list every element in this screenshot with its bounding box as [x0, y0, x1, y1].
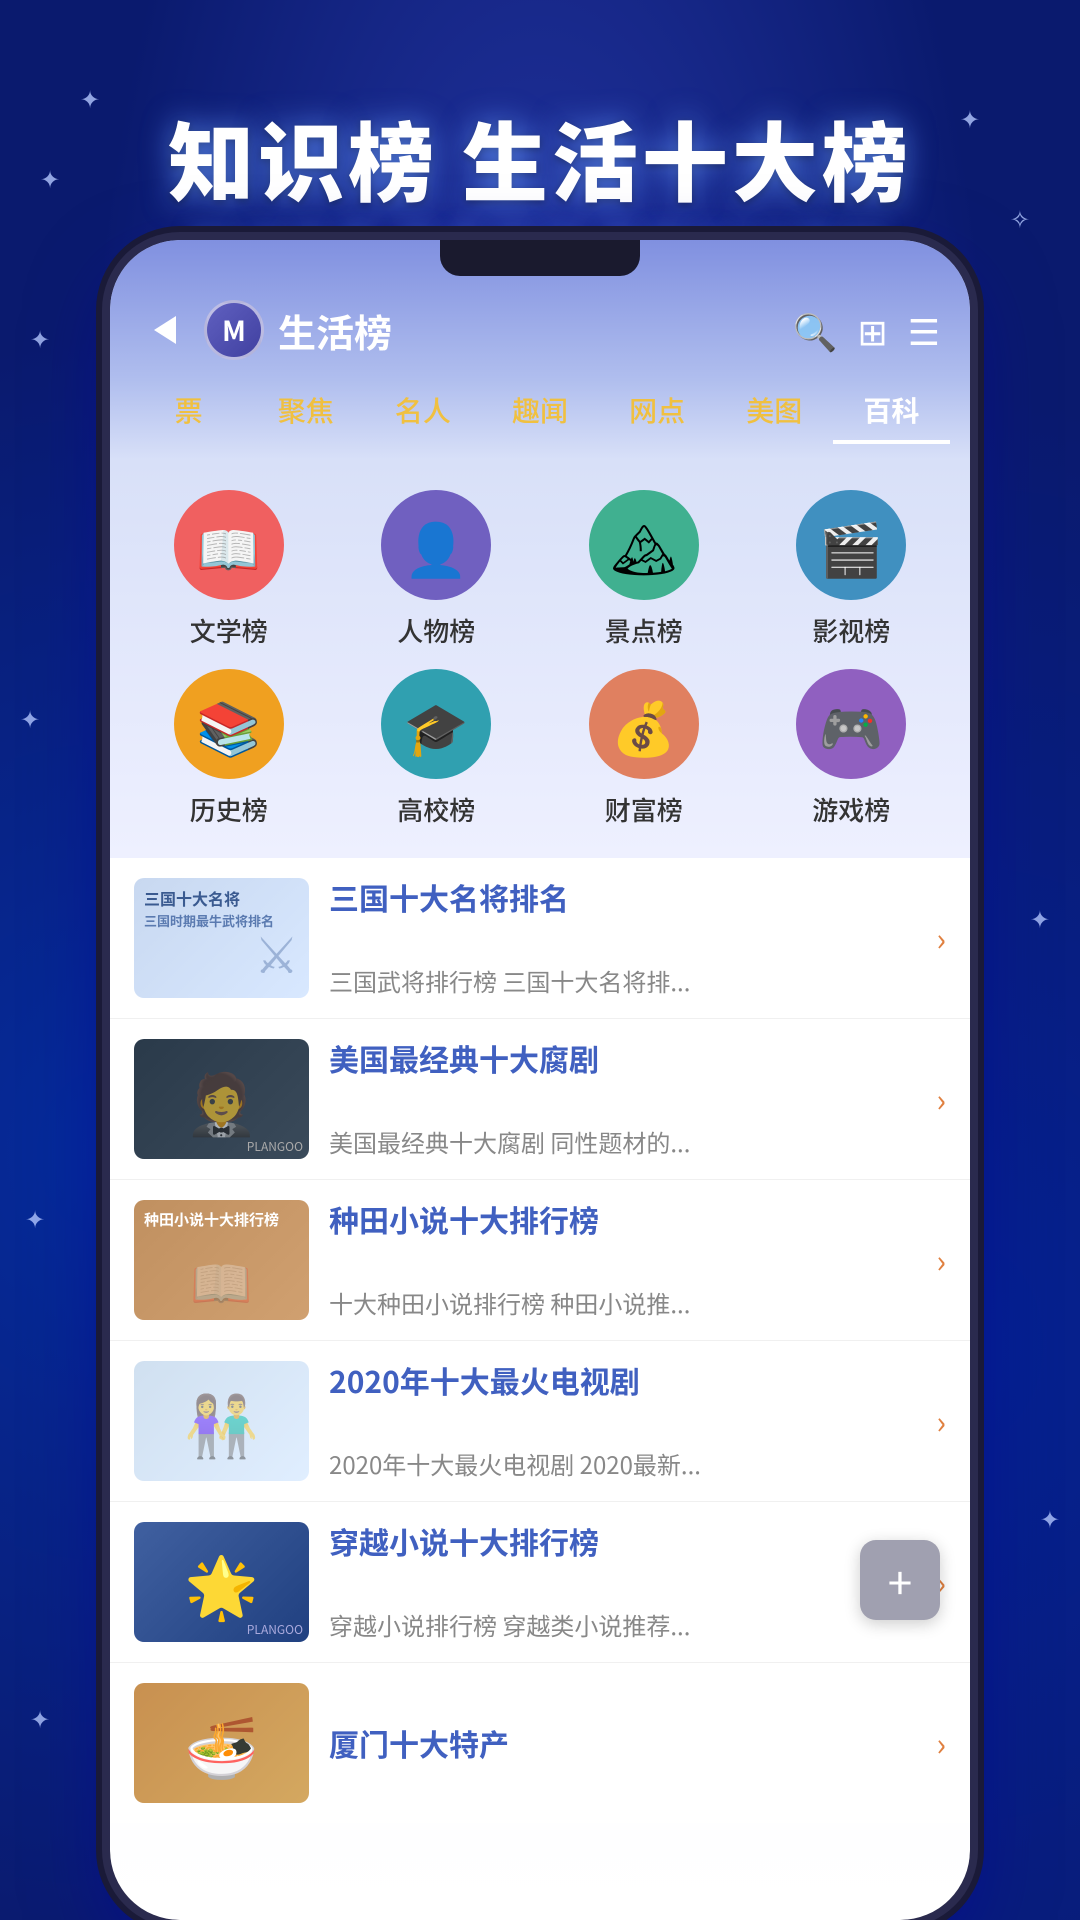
list-item[interactable]: 三国十大名将三国时期最牛武将排名 ⚔ 三国十大名将排名 三国武将排行榜 三国十大… [110, 858, 970, 1019]
star-decoration: ✦ [1030, 900, 1050, 935]
list-title-5: 穿越小说十大排行榜 [329, 1522, 946, 1561]
literature-label: 文学榜 [190, 612, 268, 649]
app-logo: M [204, 300, 264, 360]
tab-celebrity[interactable]: 名人 [364, 380, 481, 444]
literature-icon: 📖 [174, 490, 284, 600]
category-college[interactable]: 🎓 高校榜 [338, 669, 536, 828]
list-arrow-2: › [936, 1076, 946, 1122]
list-desc-1: 三国武将排行榜 三国十大名将排... [329, 964, 946, 998]
category-film[interactable]: 🎬 影视榜 [753, 490, 951, 649]
back-button[interactable] [140, 305, 190, 355]
grid-icon[interactable]: ⊞ [858, 304, 888, 356]
list-item[interactable]: 🌟 PLANGOO 穿越小说十大排行榜 穿越小说排行榜 穿越类小说推荐... › [110, 1502, 970, 1663]
film-label: 影视榜 [812, 612, 890, 649]
app-title: 生活榜 [278, 303, 793, 358]
list-item[interactable]: 种田小说十大排行榜 📖 种田小说十大排行榜 十大种田小说排行榜 种田小说推...… [110, 1180, 970, 1341]
category-section: 📖 文学榜 👤 人物榜 🏔 景点榜 🎬 影视榜 📚 历史榜 [110, 460, 970, 858]
list-arrow-1: › [936, 915, 946, 961]
star-decoration: ✦ [30, 1700, 50, 1735]
wealth-icon: 💰 [589, 669, 699, 779]
list-content-2: 美国最经典十大腐剧 美国最经典十大腐剧 同性题材的... › [329, 1039, 946, 1159]
thumb-text-3: 种田小说十大排行榜 [144, 1210, 279, 1230]
thumb-6: 🍜 [134, 1683, 309, 1803]
list-desc-3: 十大种田小说排行榜 种田小说推... [329, 1286, 946, 1320]
wealth-label: 财富榜 [605, 791, 683, 828]
fab-button[interactable]: + [860, 1540, 940, 1620]
tab-news[interactable]: 趣闻 [481, 380, 598, 444]
list-item[interactable]: 👫 2020年十大最火电视剧 2020年十大最火电视剧 2020最新... › [110, 1341, 970, 1502]
scenic-label: 景点榜 [605, 612, 683, 649]
list-title-1: 三国十大名将排名 [329, 878, 946, 917]
game-icon: 🎮 [796, 669, 906, 779]
header-icons: 🔍 ⊞ ☰ [793, 304, 940, 356]
phone-notch [440, 240, 640, 276]
category-wealth[interactable]: 💰 财富榜 [545, 669, 743, 828]
thumb-4: 👫 [134, 1361, 309, 1481]
nav-tabs: 票 聚焦 名人 趣闻 网点 美图 百科 [110, 380, 970, 460]
list-arrow-4: › [936, 1398, 946, 1444]
category-grid: 📖 文学榜 👤 人物榜 🏔 景点榜 🎬 影视榜 📚 历史榜 [130, 490, 950, 828]
person-icon: 👤 [381, 490, 491, 600]
star-decoration: ✦ [20, 700, 40, 735]
back-icon [154, 316, 176, 344]
history-label: 历史榜 [190, 791, 268, 828]
hero-title: 知识榜 生活十大榜 [168, 110, 912, 205]
film-icon: 🎬 [796, 490, 906, 600]
star-decoration: ✦ [1040, 1500, 1060, 1535]
phone-frame: M 生活榜 🔍 ⊞ ☰ 票 聚焦 名人 趣闻 网点 美图 百科 📖 文学 [110, 240, 970, 1920]
game-label: 游戏榜 [812, 791, 890, 828]
category-person[interactable]: 👤 人物榜 [338, 490, 536, 649]
list-desc-4: 2020年十大最火电视剧 2020最新... [329, 1447, 946, 1481]
category-literature[interactable]: 📖 文学榜 [130, 490, 328, 649]
list-content-1: 三国十大名将排名 三国武将排行榜 三国十大名将排... › [329, 878, 946, 998]
college-icon: 🎓 [381, 669, 491, 779]
search-icon[interactable]: 🔍 [793, 304, 838, 356]
list-arrow-3: › [936, 1237, 946, 1283]
category-history[interactable]: 📚 历史榜 [130, 669, 328, 828]
list-content-5: 穿越小说十大排行榜 穿越小说排行榜 穿越类小说推荐... › [329, 1522, 946, 1642]
thumb-2: 🤵 PLANGOO [134, 1039, 309, 1159]
content-list: 三国十大名将三国时期最牛武将排名 ⚔ 三国十大名将排名 三国武将排行榜 三国十大… [110, 858, 970, 1823]
tab-photo[interactable]: 美图 [716, 380, 833, 444]
tab-focus[interactable]: 聚焦 [247, 380, 364, 444]
tab-ticket[interactable]: 票 [130, 380, 247, 444]
list-arrow-6: › [936, 1720, 946, 1766]
college-label: 高校榜 [397, 791, 475, 828]
thumb-3: 种田小说十大排行榜 📖 [134, 1200, 309, 1320]
category-game[interactable]: 🎮 游戏榜 [753, 669, 951, 828]
tab-outlet[interactable]: 网点 [599, 380, 716, 444]
thumb-5: 🌟 PLANGOO [134, 1522, 309, 1642]
history-icon: 📚 [174, 669, 284, 779]
tab-wiki[interactable]: 百科 [833, 380, 950, 444]
phone-screen: M 生活榜 🔍 ⊞ ☰ 票 聚焦 名人 趣闻 网点 美图 百科 📖 文学 [110, 240, 970, 1920]
list-desc-5: 穿越小说排行榜 穿越类小说推荐... [329, 1608, 946, 1642]
list-item[interactable]: 🤵 PLANGOO 美国最经典十大腐剧 美国最经典十大腐剧 同性题材的... › [110, 1019, 970, 1180]
list-title-6: 厦门十大特产 [329, 1724, 946, 1763]
list-content-3: 种田小说十大排行榜 十大种田小说排行榜 种田小说推... › [329, 1200, 946, 1320]
thumb-1: 三国十大名将三国时期最牛武将排名 ⚔ [134, 878, 309, 998]
list-content-6: 厦门十大特产 › [329, 1724, 946, 1763]
star-decoration: ✦ [25, 1200, 45, 1235]
person-label: 人物榜 [397, 612, 475, 649]
category-scenic[interactable]: 🏔 景点榜 [545, 490, 743, 649]
list-item[interactable]: 🍜 厦门十大特产 › [110, 1663, 970, 1823]
menu-icon[interactable]: ☰ [908, 304, 940, 356]
list-content-4: 2020年十大最火电视剧 2020年十大最火电视剧 2020最新... › [329, 1361, 946, 1481]
scenic-icon: 🏔 [589, 490, 699, 600]
list-title-3: 种田小说十大排行榜 [329, 1200, 946, 1239]
list-title-2: 美国最经典十大腐剧 [329, 1039, 946, 1078]
list-title-4: 2020年十大最火电视剧 [329, 1361, 946, 1400]
list-desc-2: 美国最经典十大腐剧 同性题材的... [329, 1125, 946, 1159]
